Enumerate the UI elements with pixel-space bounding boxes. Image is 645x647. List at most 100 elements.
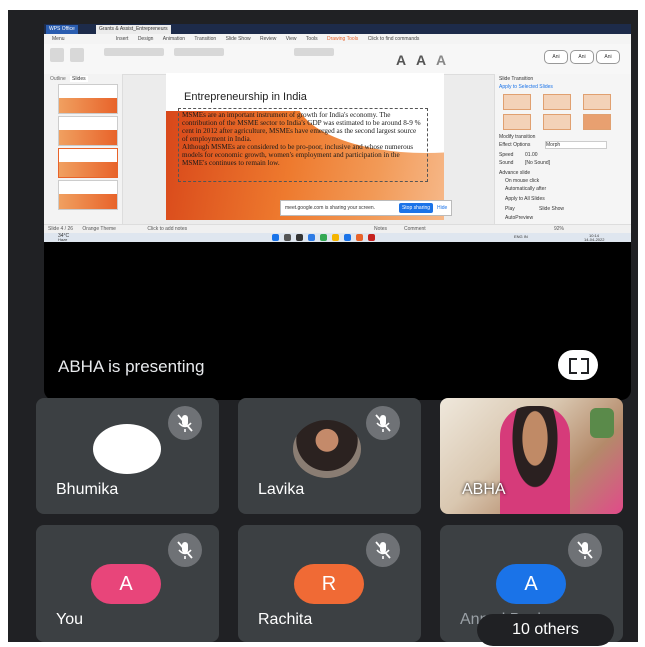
windows-taskbar: 34°C Haze ENG IN 10:14 14-04-2022 xyxy=(44,233,631,242)
speed-value[interactable]: 01.00 xyxy=(525,152,538,158)
speed-label: Speed xyxy=(499,152,514,158)
current-slide[interactable]: Entrepreneurship in India MSMEs are an i… xyxy=(166,73,444,220)
animation-button[interactable]: Ani xyxy=(544,50,568,64)
mic-off-icon xyxy=(168,533,202,567)
font-box-icon[interactable] xyxy=(104,48,164,56)
pane-header: Slide Transition xyxy=(499,76,534,82)
slide-thumbnail[interactable] xyxy=(58,180,118,210)
text-style-a-icon[interactable]: A xyxy=(436,52,446,68)
avatar-photo xyxy=(293,420,361,478)
wps-icon[interactable] xyxy=(356,234,363,241)
app-title-bar: WPS Office Grants & Assist_Entrepreneurs xyxy=(44,24,631,34)
transition-pane: Slide Transition Apply to Selected Slide… xyxy=(494,74,631,224)
apply-all-button[interactable]: Apply to All Slides xyxy=(505,196,545,202)
command-search[interactable]: Click to find commands xyxy=(368,36,420,42)
text-style-a-icon[interactable]: A xyxy=(396,52,406,68)
others-count-badge[interactable]: 10 others xyxy=(477,614,614,646)
participant-video-tile[interactable]: ABHA xyxy=(440,398,623,514)
participant-tile[interactable]: A You xyxy=(36,525,219,642)
transition-tile[interactable] xyxy=(543,114,571,130)
play-button[interactable]: Play xyxy=(505,206,515,212)
format-icon[interactable] xyxy=(70,48,84,62)
document-tab[interactable]: Grants & Assist_Entrepreneurs xyxy=(96,25,171,34)
slide-thumbnail[interactable] xyxy=(58,148,118,178)
wps-tab[interactable]: WPS Office xyxy=(46,25,78,34)
ribbon-menu: Menu Insert Design Animation Transition … xyxy=(44,34,631,44)
transition-tile[interactable] xyxy=(583,94,611,110)
menu-item[interactable]: Design xyxy=(138,36,154,42)
slides-tab[interactable]: Slides xyxy=(70,76,88,82)
slide-count: Slide 4 / 26 xyxy=(48,226,74,232)
advance-slide-label: Advance slide xyxy=(499,170,531,176)
slide-thumbnails: Outline Slides xyxy=(44,74,123,224)
menu-item[interactable]: Tools xyxy=(306,36,318,42)
folder-icon[interactable] xyxy=(332,234,339,241)
on-click-checkbox[interactable]: On mouse click xyxy=(505,178,539,184)
theme-name: Orange Theme xyxy=(82,226,116,232)
avatar-initial: A xyxy=(496,564,566,604)
slideshow-button[interactable]: Slide Show xyxy=(539,206,564,212)
language-indicator: ENG IN xyxy=(514,234,528,239)
edge-icon[interactable] xyxy=(308,234,315,241)
outline-tab[interactable]: Outline xyxy=(50,76,66,82)
autopreview-checkbox[interactable]: AutoPreview xyxy=(505,215,533,221)
avatar-initial: R xyxy=(294,564,364,604)
menu-item[interactable]: Transition xyxy=(194,36,216,42)
mic-off-icon xyxy=(366,406,400,440)
windows-start-icon[interactable] xyxy=(272,234,279,241)
menu-item[interactable]: Review xyxy=(260,36,276,42)
modify-transition-label: Modify transition xyxy=(499,134,536,140)
search-icon[interactable] xyxy=(284,234,291,241)
participant-tile[interactable]: Lavika xyxy=(238,398,421,514)
slide-thumbnail[interactable] xyxy=(58,84,118,114)
transition-tile-selected[interactable] xyxy=(583,114,611,130)
slide-thumbnail[interactable] xyxy=(58,116,118,146)
menu-item[interactable]: Insert xyxy=(116,36,129,42)
hide-button[interactable]: Hide xyxy=(437,201,447,215)
paragraph-tools-icon[interactable] xyxy=(174,48,224,56)
ribbon-toolbar: A A A Ani Ani Ani xyxy=(44,44,631,75)
notes-placeholder[interactable]: Click to add notes xyxy=(147,226,187,232)
participant-name: ABHA xyxy=(462,481,506,498)
animation-button[interactable]: Ani xyxy=(570,50,594,64)
text-box-icon[interactable] xyxy=(294,48,334,56)
participant-name: Bhumika xyxy=(56,481,119,498)
menu-item[interactable]: Slide Show xyxy=(226,36,251,42)
effect-select[interactable]: Morph xyxy=(545,141,607,149)
presenting-label: ABHA is presenting xyxy=(58,357,205,376)
video-plant xyxy=(590,408,614,438)
store-icon[interactable] xyxy=(344,234,351,241)
fullscreen-button[interactable] xyxy=(558,350,598,380)
menu-item[interactable]: Animation xyxy=(163,36,185,42)
text-selection-box[interactable] xyxy=(178,108,428,182)
new-slide-icon[interactable] xyxy=(50,48,64,62)
mic-off-icon xyxy=(168,406,202,440)
chrome-icon[interactable] xyxy=(320,234,327,241)
menu-item[interactable]: Menu xyxy=(52,36,65,42)
effect-options-label: Effect Options xyxy=(499,142,531,148)
text-style-a-icon[interactable]: A xyxy=(416,52,426,68)
task-view-icon[interactable] xyxy=(296,234,303,241)
mic-off-icon xyxy=(568,533,602,567)
avatar xyxy=(93,424,161,474)
participant-tile[interactable]: Bhumika xyxy=(36,398,219,514)
sound-value[interactable]: [No Sound] xyxy=(525,160,550,166)
auto-advance-checkbox[interactable]: Automatically after xyxy=(505,186,546,192)
stop-sharing-button[interactable]: Stop sharing xyxy=(399,203,433,213)
app-icon[interactable] xyxy=(368,234,375,241)
meet-window: WPS Office Grants & Assist_Entrepreneurs… xyxy=(8,10,638,646)
transition-tile[interactable] xyxy=(543,94,571,110)
menu-item[interactable]: Drawing Tools xyxy=(327,36,358,42)
participant-name: Rachita xyxy=(258,611,313,628)
transition-tile[interactable] xyxy=(503,114,531,130)
participant-tile[interactable]: R Rachita xyxy=(238,525,421,642)
menu-item[interactable]: View xyxy=(286,36,297,42)
screen-share-notification: meet.google.com is sharing your screen. … xyxy=(280,200,452,216)
animation-button[interactable]: Ani xyxy=(596,50,620,64)
participant-name: You xyxy=(56,611,83,628)
transition-tile[interactable] xyxy=(503,94,531,110)
share-message: meet.google.com is sharing your screen. xyxy=(285,205,376,211)
apply-selected-label: Apply to Selected Slides xyxy=(499,84,553,90)
video-person xyxy=(500,406,570,514)
sound-label: Sound xyxy=(499,160,514,166)
